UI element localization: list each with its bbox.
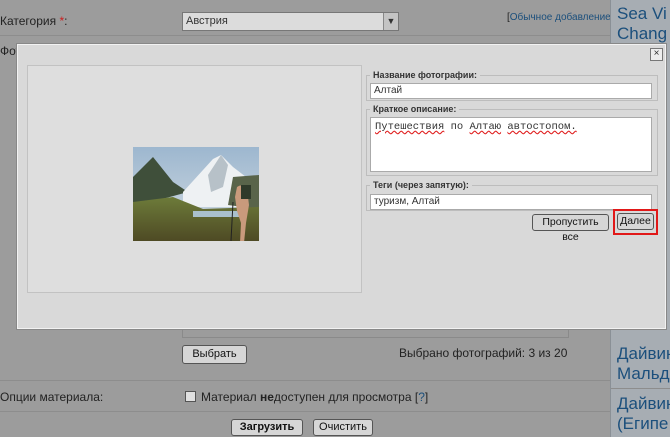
sidebar-link[interactable]: Дайвин [617, 344, 670, 364]
category-label: Категория *: [0, 14, 68, 28]
divider [0, 380, 610, 381]
upload-button[interactable]: Загрузить [231, 419, 303, 436]
options-label: Опции материала: [0, 390, 104, 404]
chevron-down-icon: ▼ [383, 13, 398, 30]
divider [611, 388, 670, 389]
sidebar-link[interactable]: Sea Vi [617, 4, 667, 24]
category-select-value: Австрия [186, 15, 228, 27]
description-textarea[interactable]: Путешествия по Алтаю автостопом. [370, 117, 652, 172]
photo-title-input[interactable]: Алтай [370, 83, 652, 99]
choose-button[interactable]: Выбрать [182, 345, 247, 364]
sidebar-link[interactable]: Дайвин [617, 394, 670, 414]
description-legend: Краткое описание: [370, 104, 460, 114]
skip-all-button[interactable]: Пропустить все [532, 214, 609, 243]
sidebar-link[interactable]: Мальд [617, 364, 670, 384]
help-link[interactable]: ? [418, 390, 425, 404]
tags-legend: Теги (через запятую): [370, 180, 472, 190]
divider [0, 411, 610, 412]
unavailable-checkbox[interactable] [185, 391, 196, 402]
plain-add-link[interactable]: Обычное добавление [510, 12, 611, 23]
next-button[interactable]: Далее [617, 213, 654, 230]
close-icon[interactable]: × [650, 48, 663, 61]
clear-button[interactable]: Очистить [313, 419, 373, 436]
selected-count: Выбрано фотографий: 3 из 20 [399, 346, 568, 360]
photo-thumbnail [133, 147, 259, 241]
title-legend: Название фотографии: [370, 70, 480, 80]
category-select[interactable]: Австрия ▼ [182, 12, 399, 31]
plain-add-link-wrap: [Обычное добавление] [507, 12, 614, 23]
divider [0, 35, 610, 36]
sidebar-link[interactable]: Chang [617, 24, 667, 44]
sidebar-link[interactable]: (Египе [617, 414, 668, 434]
unavailable-label: Материал недоступен для просмотра [?] [201, 390, 429, 404]
tags-input[interactable]: туризм, Алтай [370, 194, 652, 210]
